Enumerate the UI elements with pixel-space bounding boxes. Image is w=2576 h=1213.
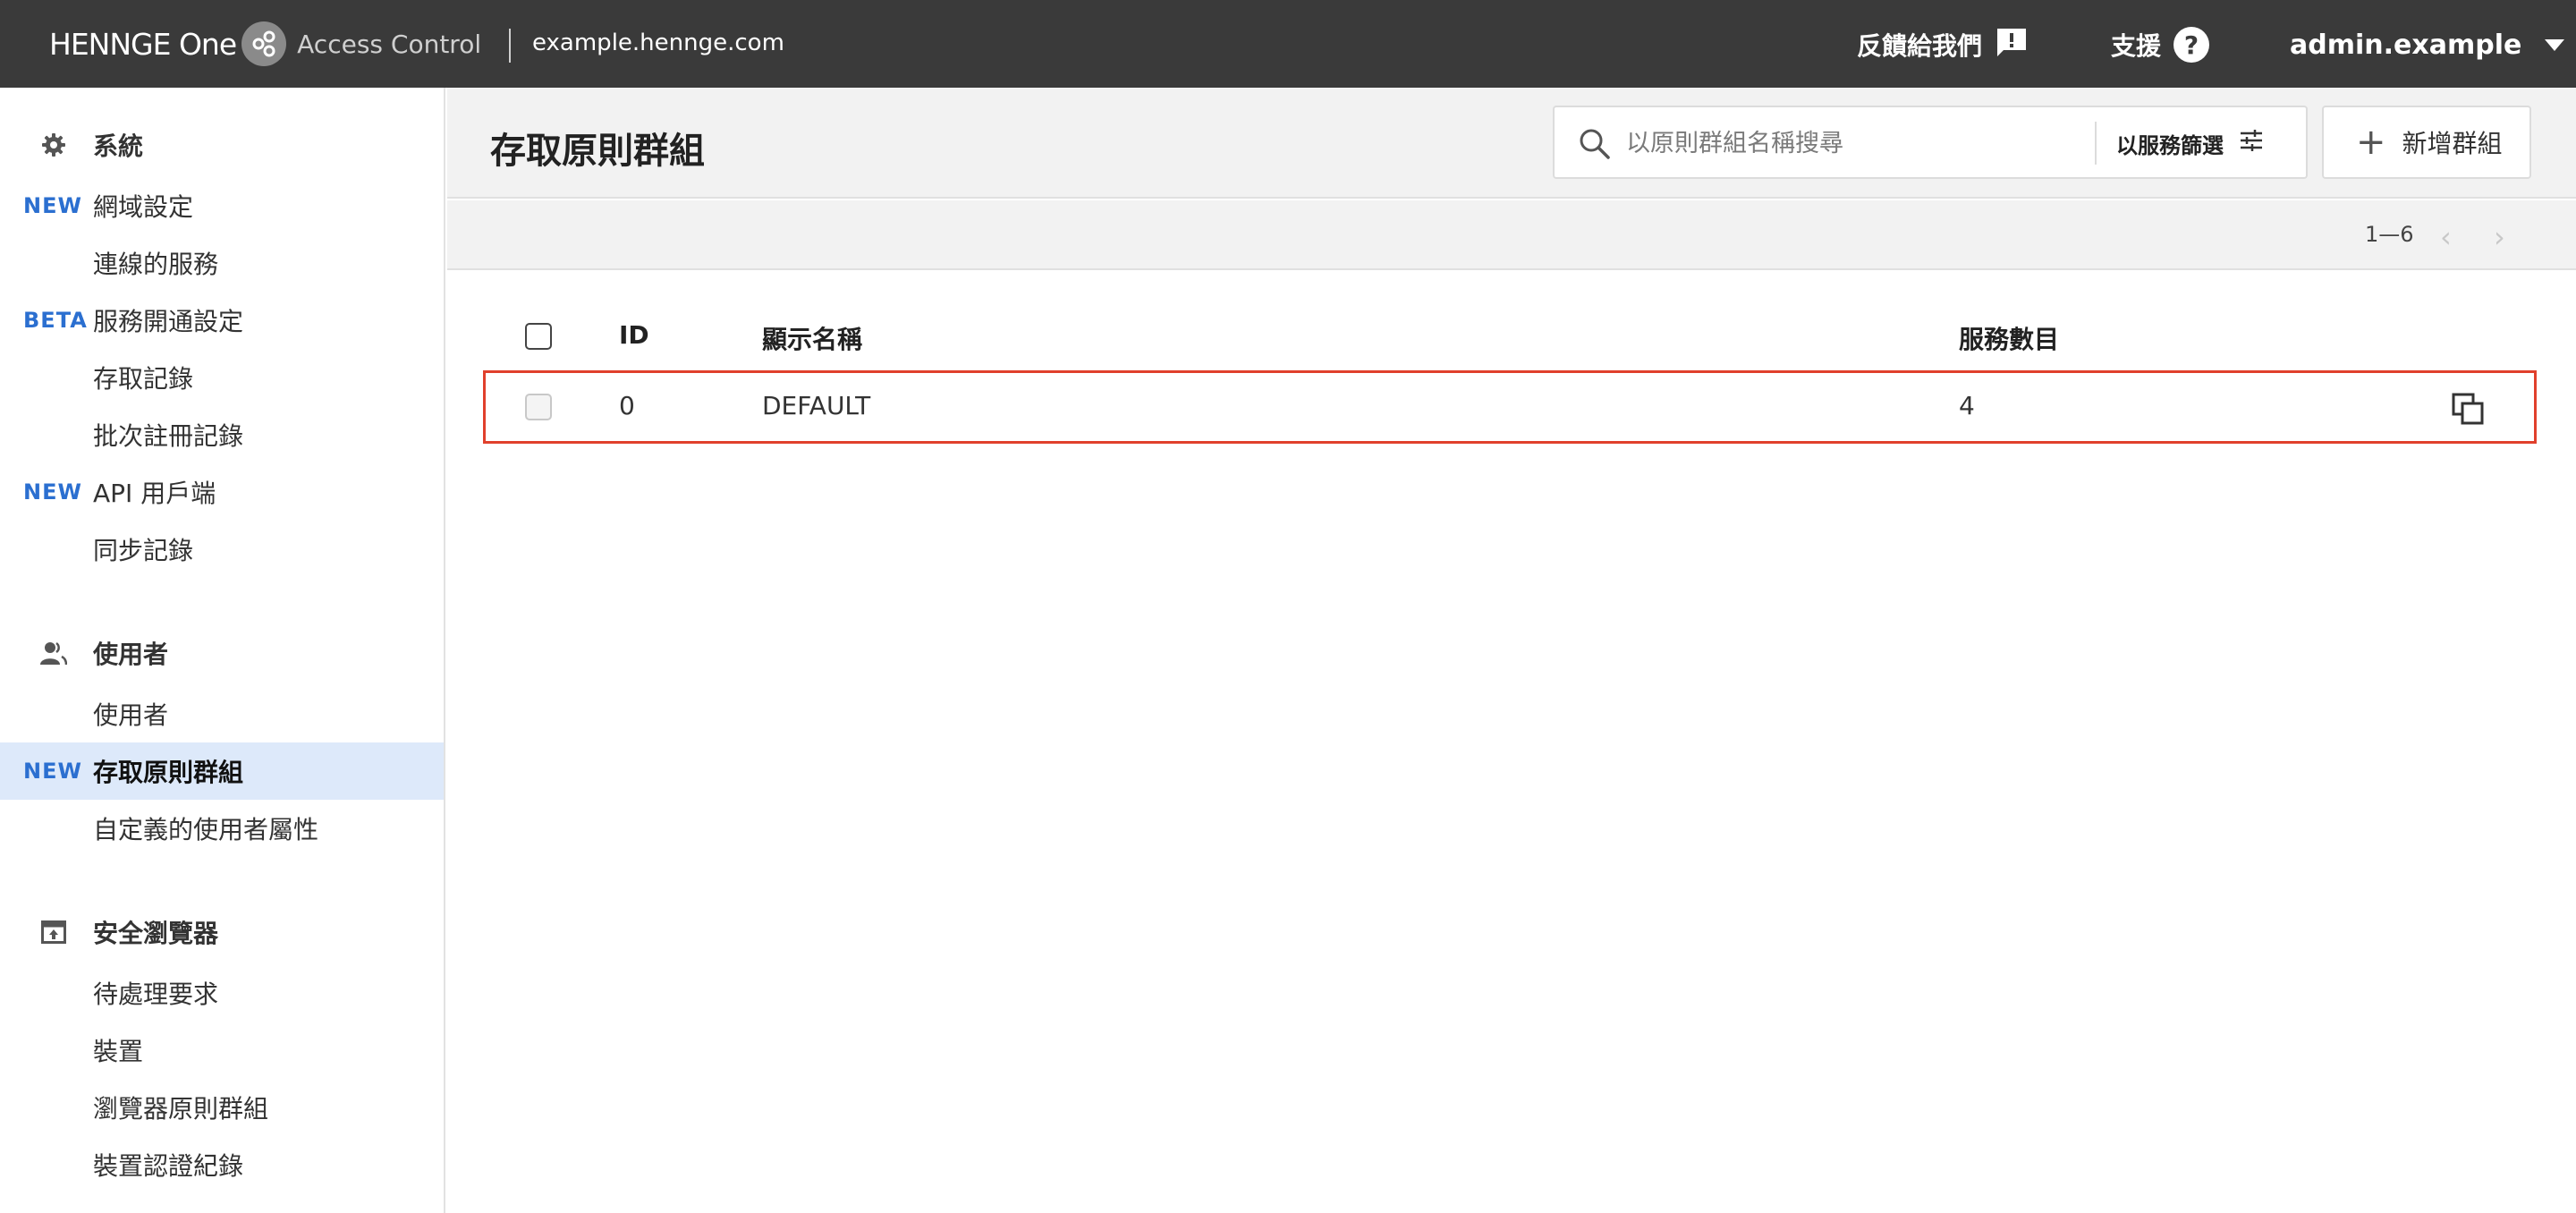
tenant-domain: example.hennge.com — [532, 30, 784, 56]
column-header-services[interactable]: 服務數目 — [1959, 320, 2059, 356]
sidebar-item-label: 裝置認證紀錄 — [93, 1151, 244, 1181]
sidebar-item-label: 待處理要求 — [93, 980, 219, 1009]
user-name: admin.example — [2290, 29, 2522, 61]
sidebar-section-title: 系統 — [93, 131, 144, 161]
sidebar-item-label: 批次註冊記錄 — [93, 421, 244, 451]
brand-mark-icon — [242, 21, 287, 66]
support-label: 支援 — [2111, 31, 2162, 61]
sidebar-item-batch-logs[interactable]: 批次註冊記錄 — [0, 406, 444, 463]
feedback-label: 反饋給我們 — [1857, 31, 1983, 61]
sidebar-item-label: 使用者 — [93, 700, 169, 730]
sidebar-item-api-clients[interactable]: NEW API 用戶端 — [0, 463, 444, 521]
table-header: ID 顯示名稱 服務數目 — [483, 311, 2537, 361]
support-button[interactable]: 支援 ? — [2111, 27, 2210, 63]
sidebar-item-domain-settings[interactable]: NEW 網域設定 — [0, 177, 444, 234]
plus-icon: + — [2356, 122, 2386, 163]
user-menu[interactable]: admin.example — [2290, 27, 2565, 63]
sidebar-section-title: 安全瀏覽器 — [93, 919, 219, 948]
chevron-down-icon — [2545, 38, 2565, 51]
sliders-icon — [2240, 130, 2263, 157]
feedback-icon — [1995, 26, 2029, 64]
sidebar-item-label: API 用戶端 — [93, 479, 216, 508]
header-divider — [509, 29, 511, 63]
copy-icon[interactable] — [2450, 391, 2486, 427]
sidebar-item-label: 連線的服務 — [93, 250, 219, 279]
sidebar-item-device-auth-logs[interactable]: 裝置認證紀錄 — [0, 1136, 444, 1193]
row-services-count: 4 — [1959, 391, 1975, 420]
row-id: 0 — [619, 391, 635, 420]
sidebar-item-devices[interactable]: 裝置 — [0, 1022, 444, 1079]
sidebar-item-sync-logs[interactable]: 同步記錄 — [0, 521, 444, 578]
page-header: 存取原則群組 以服務篩選 — [447, 88, 2576, 199]
sidebar-section-system: 系統 — [0, 116, 445, 174]
search-input[interactable] — [1626, 120, 2073, 166]
sidebar-item-browser-policy-groups[interactable]: 瀏覽器原則群組 — [0, 1079, 444, 1136]
sidebar-item-users[interactable]: 使用者 — [0, 685, 444, 742]
filter-by-service-button[interactable]: 以服務篩選 — [2116, 120, 2263, 166]
brand-name: HENNGE One — [49, 26, 237, 62]
add-group-button[interactable]: + 新增群組 — [2322, 106, 2531, 179]
pagination-bar: 1—6 ‹ › — [447, 200, 2576, 270]
column-header-id[interactable]: ID — [619, 320, 649, 350]
gear-icon — [39, 131, 68, 159]
new-badge: NEW — [23, 759, 82, 784]
search-divider — [2095, 122, 2097, 165]
product-name: Access Control — [297, 29, 482, 59]
sidebar-item-label: 裝置 — [93, 1037, 144, 1066]
beta-badge: BETA — [23, 308, 88, 333]
sidebar-section-users: 使用者 — [0, 624, 445, 682]
feedback-button[interactable]: 反饋給我們 — [1857, 27, 2029, 63]
top-bar: HENNGE One Access Control example.hennge… — [0, 0, 2576, 88]
row-name: DEFAULT — [762, 391, 871, 420]
chevron-left-icon[interactable]: ‹ — [2440, 220, 2452, 254]
table-row[interactable]: 0 DEFAULT 4 — [483, 370, 2537, 444]
sidebar-item-label: 網域設定 — [93, 192, 194, 222]
sidebar-item-label: 自定義的使用者屬性 — [93, 815, 319, 844]
sidebar-item-provisioning[interactable]: BETA 服務開通設定 — [0, 292, 444, 349]
page-title: 存取原則群組 — [490, 131, 705, 172]
sidebar-section-title: 使用者 — [93, 640, 169, 669]
sidebar-item-label: 同步記錄 — [93, 536, 194, 565]
sidebar-item-label: 存取原則群組 — [93, 758, 244, 787]
sidebar-item-label: 服務開通設定 — [93, 307, 244, 336]
sidebar: 系統 NEW 網域設定 連線的服務 BETA 服務開通設定 存取記錄 批次註冊記… — [0, 88, 445, 1213]
sidebar-item-label: 瀏覽器原則群組 — [93, 1094, 269, 1124]
sidebar-item-access-logs[interactable]: 存取記錄 — [0, 349, 444, 406]
pagination-range: 1—6 — [2365, 222, 2414, 247]
new-badge: NEW — [23, 479, 82, 505]
select-all-checkbox[interactable] — [525, 323, 552, 350]
column-header-name[interactable]: 顯示名稱 — [762, 320, 862, 356]
sidebar-item-access-policy-groups[interactable]: NEW 存取原則群組 — [0, 742, 444, 800]
search-icon — [1578, 127, 1612, 165]
sidebar-item-pending-requests[interactable]: 待處理要求 — [0, 964, 444, 1022]
row-checkbox[interactable] — [525, 394, 552, 420]
browser-icon — [39, 918, 68, 946]
new-badge: NEW — [23, 193, 82, 218]
chevron-right-icon[interactable]: › — [2494, 220, 2505, 254]
sidebar-item-custom-attributes[interactable]: 自定義的使用者屬性 — [0, 800, 444, 857]
sidebar-item-connected-services[interactable]: 連線的服務 — [0, 234, 444, 292]
sidebar-section-secure-browser: 安全瀏覽器 — [0, 903, 445, 961]
filter-label: 以服務篩選 — [2116, 132, 2224, 158]
help-icon: ? — [2174, 27, 2210, 63]
users-icon — [39, 639, 68, 667]
search-box: 以服務篩選 — [1553, 106, 2308, 179]
add-group-label: 新增群組 — [2402, 129, 2503, 158]
sidebar-item-label: 存取記錄 — [93, 364, 194, 394]
brand-logo[interactable]: HENNGE One Access Control — [49, 21, 482, 66]
